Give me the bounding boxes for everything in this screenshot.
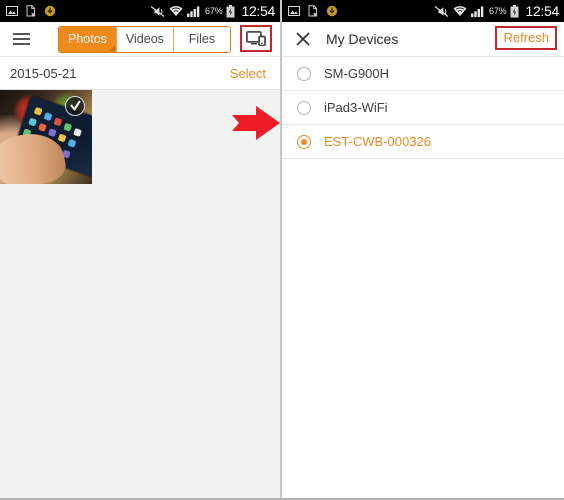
screenshot-root: 67% 12:54 Photos Videos Files 2015-05-21… [0,0,564,500]
download-circle-icon [44,5,56,17]
download-circle-icon [326,5,338,17]
photo-grid [0,90,280,498]
document-x-icon [308,5,318,17]
device-list-item[interactable]: SM-G900H [282,57,564,91]
close-button[interactable] [286,22,320,56]
image-icon [288,6,300,16]
page-title: My Devices [326,31,399,47]
status-bar-clock: 12:54 [525,3,559,19]
device-list: SM-G900H iPad3-WiFi EST-CWB-000326 [282,57,564,159]
left-panel-gallery-app: 67% 12:54 Photos Videos Files 2015-05-21… [0,0,280,498]
my-devices-header: My Devices Refresh [282,22,564,57]
photo-thumbnail[interactable] [0,90,92,184]
device-name-label: SM-G900H [324,66,390,81]
battery-percent-label: 67% [205,6,223,16]
select-button[interactable]: Select [230,66,266,81]
tab-videos[interactable]: Videos [116,27,174,52]
close-x-icon [296,32,310,46]
device-name-label: iPad3-WiFi [324,100,388,115]
date-label: 2015-05-21 [10,65,77,81]
radio-button-unselected[interactable] [297,100,311,115]
status-bar-system-icons: 67% 12:54 [150,3,275,19]
gallery-date-row: 2015-05-21 Select [0,57,280,90]
battery-icon [226,4,235,17]
status-bar-right: 67% 12:54 [282,0,564,22]
cast-to-device-button[interactable] [240,25,272,52]
status-bar-system-icons-right: 67% 12:54 [434,3,559,19]
red-right-arrow [232,106,280,140]
wifi-icon [453,6,467,16]
tab-photos[interactable]: Photos [59,27,117,52]
document-x-icon [26,5,36,17]
status-bar-notification-icons [6,5,56,17]
tab-files[interactable]: Files [173,27,230,52]
device-list-item[interactable]: iPad3-WiFi [282,91,564,125]
radio-button-unselected[interactable] [297,66,311,81]
check-badge-icon [65,96,85,116]
status-bar-clock: 12:54 [241,3,275,19]
refresh-button[interactable]: Refresh [495,26,557,50]
hamburger-menu-icon[interactable] [4,22,38,56]
mute-vibrate-icon [434,5,449,17]
wifi-icon [169,6,183,16]
signal-bars-icon [471,6,484,17]
image-icon [6,6,18,16]
status-bar-notification-icons-right [288,5,338,17]
battery-icon [510,4,519,17]
device-name-label: EST-CWB-000326 [324,134,431,149]
cast-to-device-icon [246,31,266,46]
battery-percent-label: 67% [489,6,507,16]
device-list-item-selected[interactable]: EST-CWB-000326 [282,125,564,159]
status-bar-left: 67% 12:54 [0,0,280,22]
mute-vibrate-icon [150,5,165,17]
media-type-tabs: Photos Videos Files [58,26,231,53]
gallery-top-bar: Photos Videos Files [0,22,280,57]
radio-button-selected[interactable] [297,134,311,149]
signal-bars-icon [187,6,200,17]
right-panel-my-devices: 67% 12:54 My Devices Refresh SM-G900H iP… [282,0,564,498]
